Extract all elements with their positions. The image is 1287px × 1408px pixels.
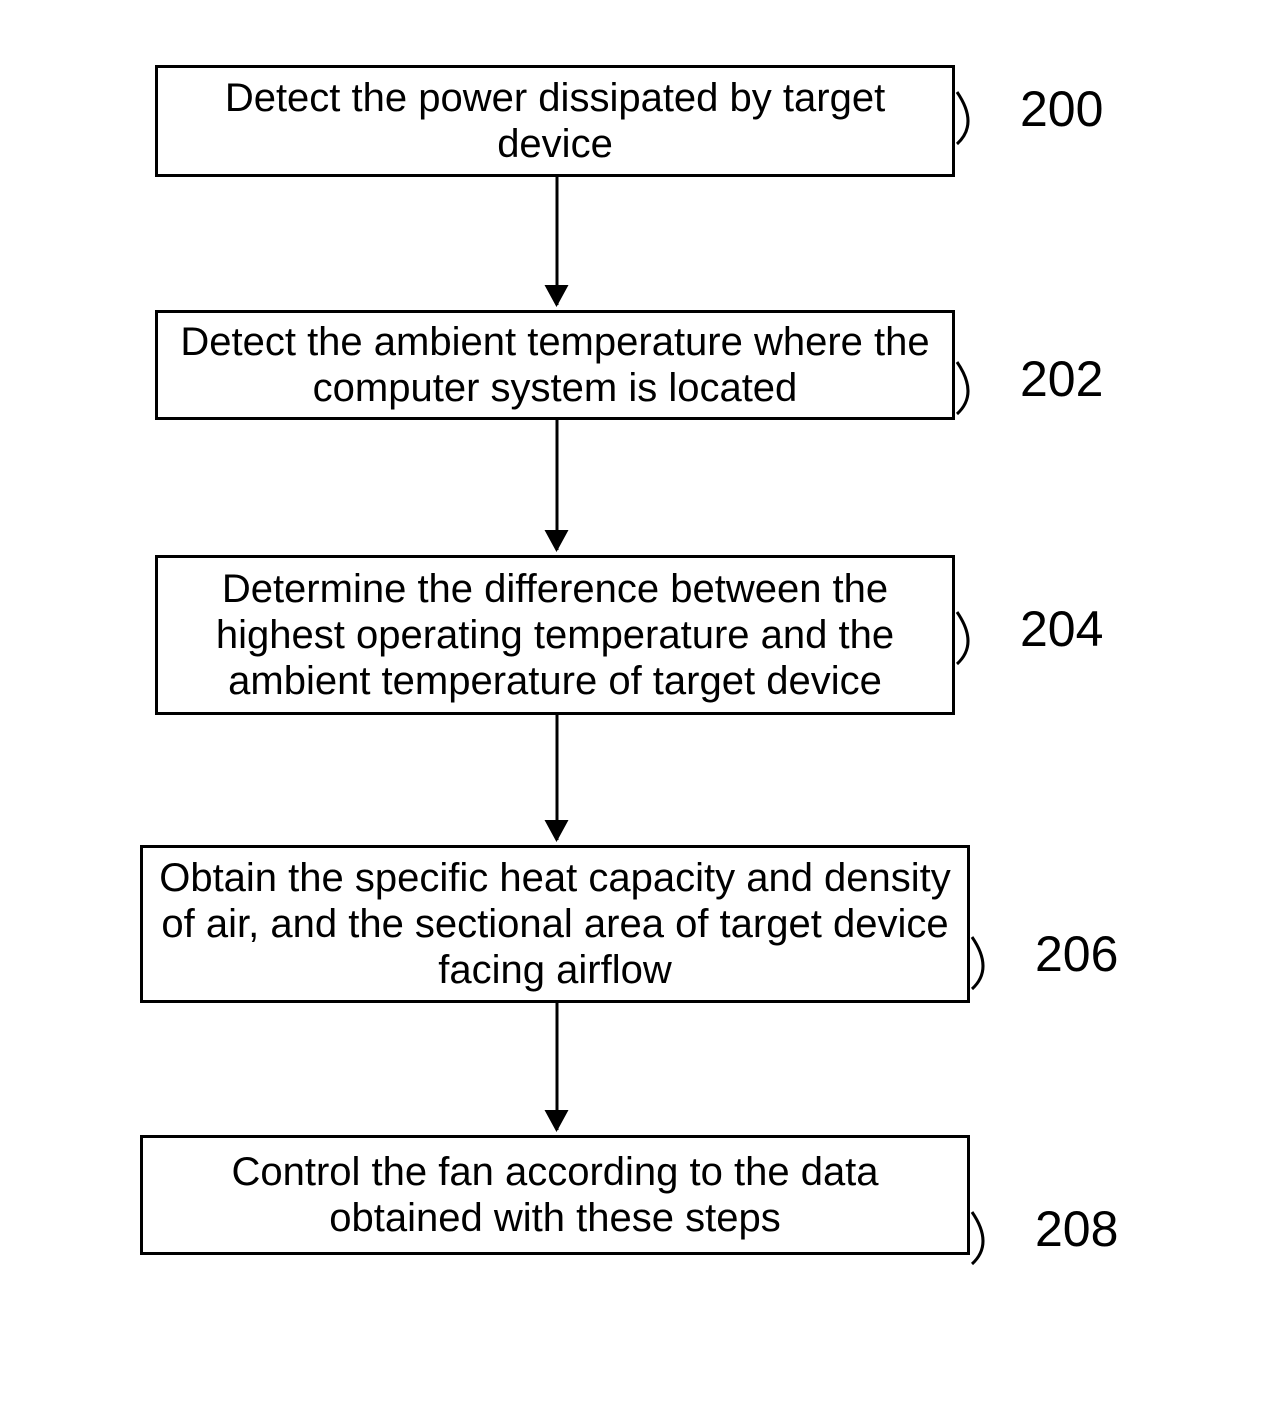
- arrow: [555, 1003, 558, 1130]
- connector-curve: [970, 1210, 1030, 1270]
- arrow: [555, 177, 558, 305]
- step-label: 200: [1020, 80, 1103, 138]
- arrow: [555, 715, 558, 840]
- step-text: Detect the power dissipated by target de…: [166, 75, 944, 167]
- connector-curve: [955, 360, 1015, 420]
- step-box-206: Obtain the specific heat capacity and de…: [140, 845, 970, 1003]
- step-text: Determine the difference between the hig…: [166, 566, 944, 704]
- connector-curve: [970, 935, 1030, 995]
- step-label: 208: [1035, 1200, 1118, 1258]
- arrow: [555, 420, 558, 550]
- step-text: Control the fan according to the data ob…: [151, 1149, 959, 1241]
- step-box-208: Control the fan according to the data ob…: [140, 1135, 970, 1255]
- step-text: Detect the ambient temperature where the…: [166, 319, 944, 411]
- step-box-202: Detect the ambient temperature where the…: [155, 310, 955, 420]
- connector-curve: [955, 610, 1015, 670]
- step-box-204: Determine the difference between the hig…: [155, 555, 955, 715]
- step-text: Obtain the specific heat capacity and de…: [151, 855, 959, 993]
- step-label: 204: [1020, 600, 1103, 658]
- flowchart: Detect the power dissipated by target de…: [0, 0, 1287, 1408]
- step-box-200: Detect the power dissipated by target de…: [155, 65, 955, 177]
- step-label: 206: [1035, 925, 1118, 983]
- connector-curve: [955, 90, 1015, 150]
- step-label: 202: [1020, 350, 1103, 408]
